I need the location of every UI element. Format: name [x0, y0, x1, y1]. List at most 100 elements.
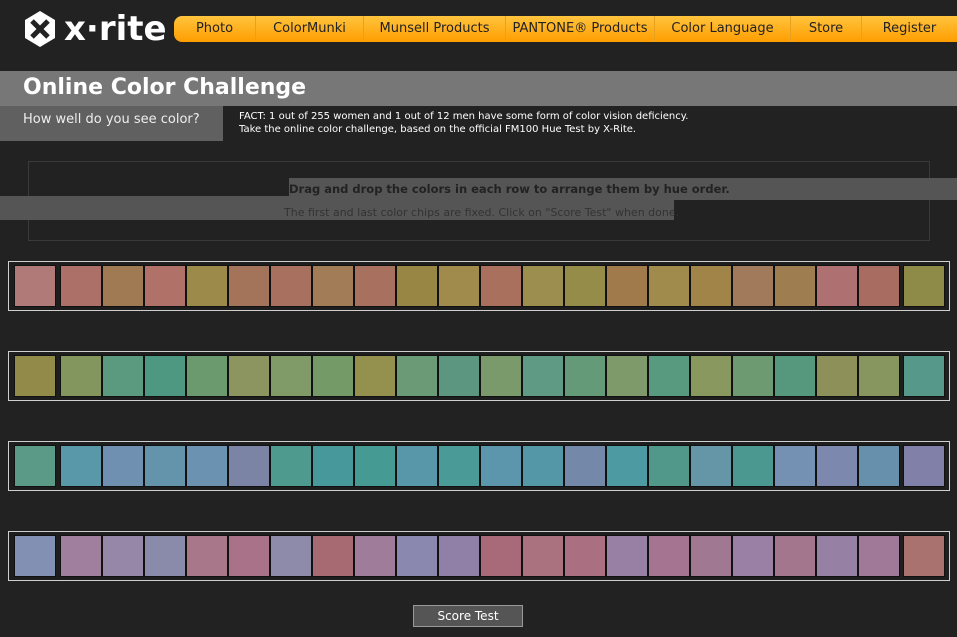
color-chip[interactable] — [186, 535, 228, 577]
color-chip[interactable] — [606, 265, 648, 307]
color-chip[interactable] — [480, 355, 522, 397]
nav-munsell-products[interactable]: Munsell Products — [364, 16, 506, 42]
nav-colormunki[interactable]: ColorMunki — [256, 16, 364, 42]
color-chip[interactable] — [270, 355, 312, 397]
color-chip[interactable] — [774, 445, 816, 487]
logo-text: x·rite — [64, 9, 167, 49]
color-chip[interactable] — [396, 445, 438, 487]
fixed-color-chip — [903, 265, 945, 307]
color-chip[interactable] — [480, 445, 522, 487]
color-chip[interactable] — [732, 445, 774, 487]
color-chip[interactable] — [648, 445, 690, 487]
fact-line-1: FACT: 1 out of 255 women and 1 out of 12… — [239, 111, 689, 122]
color-chip[interactable] — [396, 535, 438, 577]
color-chip[interactable] — [228, 535, 270, 577]
fixed-color-chip — [14, 535, 56, 577]
color-chip[interactable] — [522, 355, 564, 397]
color-chip[interactable] — [312, 265, 354, 307]
color-chip[interactable] — [354, 265, 396, 307]
fixed-color-chip — [14, 265, 56, 307]
color-chip[interactable] — [648, 265, 690, 307]
color-chip[interactable] — [396, 355, 438, 397]
color-chip[interactable] — [102, 265, 144, 307]
color-chip[interactable] — [60, 535, 102, 577]
color-chip[interactable] — [186, 355, 228, 397]
color-chip[interactable] — [228, 265, 270, 307]
color-chip[interactable] — [858, 445, 900, 487]
color-chip[interactable] — [858, 265, 900, 307]
color-chip[interactable] — [816, 355, 858, 397]
color-chip[interactable] — [690, 265, 732, 307]
color-chip[interactable] — [186, 445, 228, 487]
fixed-color-chip — [903, 535, 945, 577]
color-chip[interactable] — [816, 445, 858, 487]
color-chip[interactable] — [774, 355, 816, 397]
color-chip[interactable] — [732, 265, 774, 307]
color-chip[interactable] — [396, 265, 438, 307]
color-chip[interactable] — [270, 535, 312, 577]
color-chip[interactable] — [186, 265, 228, 307]
color-chip[interactable] — [312, 535, 354, 577]
color-chip[interactable] — [480, 265, 522, 307]
color-chip[interactable] — [774, 535, 816, 577]
nav-color-language[interactable]: Color Language — [655, 16, 791, 42]
color-chip[interactable] — [270, 445, 312, 487]
color-chip[interactable] — [438, 265, 480, 307]
color-chip[interactable] — [816, 535, 858, 577]
color-chip[interactable] — [102, 445, 144, 487]
color-chip[interactable] — [858, 535, 900, 577]
color-chip[interactable] — [60, 445, 102, 487]
nav-store[interactable]: Store — [791, 16, 862, 42]
color-chip[interactable] — [564, 535, 606, 577]
color-chip[interactable] — [144, 535, 186, 577]
color-chip[interactable] — [564, 265, 606, 307]
color-chip[interactable] — [858, 355, 900, 397]
color-chip[interactable] — [144, 355, 186, 397]
color-chip[interactable] — [522, 265, 564, 307]
color-chip[interactable] — [438, 535, 480, 577]
color-chip[interactable] — [312, 445, 354, 487]
nav-register[interactable]: Register — [862, 16, 957, 42]
color-chip[interactable] — [354, 445, 396, 487]
color-chip[interactable] — [354, 355, 396, 397]
color-chip[interactable] — [564, 445, 606, 487]
color-chip[interactable] — [438, 355, 480, 397]
color-chip[interactable] — [102, 535, 144, 577]
color-chip[interactable] — [144, 445, 186, 487]
nav-photo[interactable]: Photo — [174, 16, 256, 42]
color-chip[interactable] — [648, 355, 690, 397]
color-chip[interactable] — [354, 535, 396, 577]
color-chip[interactable] — [522, 535, 564, 577]
color-chip[interactable] — [312, 355, 354, 397]
color-chip[interactable] — [522, 445, 564, 487]
color-row-2 — [8, 351, 950, 401]
color-chip[interactable] — [228, 355, 270, 397]
color-chip[interactable] — [438, 445, 480, 487]
color-chip[interactable] — [102, 355, 144, 397]
fixed-color-chip — [903, 445, 945, 487]
page-title: Online Color Challenge — [23, 75, 307, 100]
color-chip[interactable] — [60, 265, 102, 307]
color-chip[interactable] — [816, 265, 858, 307]
nav-pantone-products[interactable]: PANTONE® Products — [506, 16, 655, 42]
color-chip[interactable] — [732, 535, 774, 577]
xrite-logo[interactable]: x·rite — [22, 9, 167, 49]
color-chip[interactable] — [774, 265, 816, 307]
score-test-button[interactable]: Score Test — [413, 605, 523, 627]
color-chip[interactable] — [480, 535, 522, 577]
color-chip[interactable] — [690, 535, 732, 577]
color-chip[interactable] — [690, 445, 732, 487]
color-chip[interactable] — [648, 535, 690, 577]
color-chip[interactable] — [228, 445, 270, 487]
color-chip[interactable] — [606, 535, 648, 577]
color-chip[interactable] — [732, 355, 774, 397]
color-chip[interactable] — [690, 355, 732, 397]
color-chip[interactable] — [144, 265, 186, 307]
page-subtitle: How well do you see color? — [23, 112, 200, 127]
color-chip[interactable] — [606, 445, 648, 487]
color-chip[interactable] — [606, 355, 648, 397]
color-chip[interactable] — [270, 265, 312, 307]
color-chip[interactable] — [60, 355, 102, 397]
fixed-color-chip — [903, 355, 945, 397]
color-chip[interactable] — [564, 355, 606, 397]
